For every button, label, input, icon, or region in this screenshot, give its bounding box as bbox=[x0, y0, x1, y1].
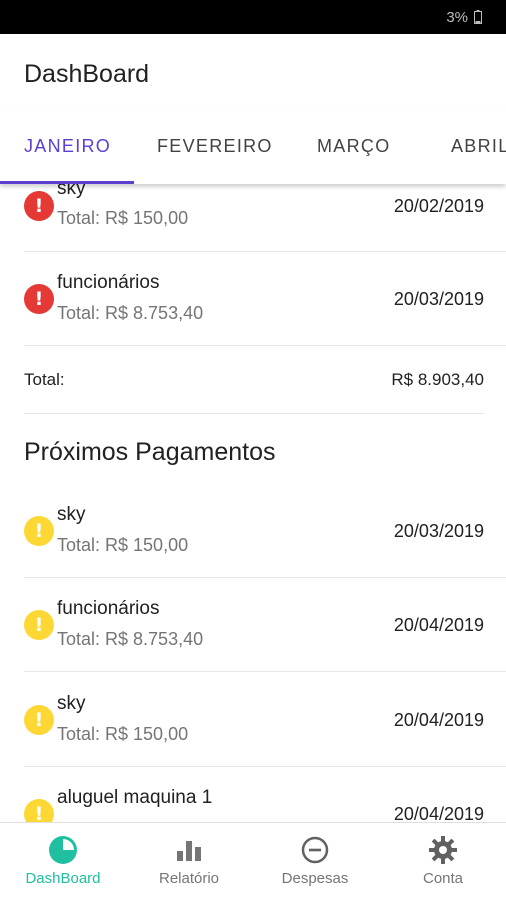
dashboard-content[interactable]: ! sky Total: R$ 150,00 20/02/2019 ! func… bbox=[0, 184, 506, 822]
payment-total: Total: R$ 150,00 bbox=[57, 208, 189, 228]
payment-total: Total: R$ 150,00 bbox=[57, 535, 189, 555]
payment-date: 20/04/2019 bbox=[393, 615, 484, 635]
payment-total: Total: R$ 150,00 bbox=[57, 724, 189, 744]
nav-label: Despesas bbox=[281, 870, 349, 887]
warning-icon: ! bbox=[24, 610, 54, 640]
payment-name: sky bbox=[57, 504, 86, 525]
payment-name: aluguel maquina 1 bbox=[57, 787, 213, 808]
payment-date: 20/03/2019 bbox=[393, 289, 484, 309]
app-bar: DashBoard bbox=[0, 34, 506, 112]
alert-icon: ! bbox=[24, 284, 54, 314]
battery-percentage: 3% bbox=[446, 9, 468, 26]
section-title: Próximos Pagamentos bbox=[24, 438, 276, 466]
payment-date: 20/02/2019 bbox=[393, 196, 484, 216]
warning-icon: ! bbox=[24, 799, 54, 822]
list-item[interactable]: ! sky Total: R$ 150,00 20/02/2019 bbox=[24, 184, 506, 252]
total-label: Total: bbox=[24, 370, 65, 389]
payment-name: sky bbox=[57, 693, 86, 714]
payment-date: 20/04/2019 bbox=[393, 804, 484, 822]
nav-dashboard[interactable]: DashBoard bbox=[0, 823, 126, 901]
minus-circle-icon bbox=[301, 836, 329, 864]
status-bar: 3% bbox=[0, 0, 506, 34]
warning-icon: ! bbox=[24, 516, 54, 546]
nav-conta[interactable]: Conta bbox=[380, 823, 506, 901]
nav-relatorio[interactable]: Relatório bbox=[126, 823, 252, 901]
nav-label: Conta bbox=[422, 870, 464, 887]
tab-abril[interactable]: ABRIL bbox=[451, 136, 506, 157]
battery-icon bbox=[474, 10, 482, 24]
payment-name: sky bbox=[57, 184, 86, 199]
nav-label: DashBoard bbox=[25, 870, 101, 887]
nav-despesas[interactable]: Despesas bbox=[252, 823, 378, 901]
gear-icon bbox=[429, 836, 457, 864]
payment-total: Total: R$ 8.753,40 bbox=[57, 303, 204, 323]
tab-marco[interactable]: MARÇO bbox=[317, 136, 391, 157]
bar-chart-icon bbox=[177, 841, 201, 861]
dashboard-pie-icon bbox=[49, 836, 77, 864]
payment-name: funcionários bbox=[57, 598, 160, 619]
list-item[interactable]: ! sky Total: R$ 150,00 20/03/2019 bbox=[24, 484, 506, 578]
list-item[interactable]: ! aluguel maquina 1 20/04/2019 bbox=[24, 767, 506, 822]
tab-janeiro[interactable]: JANEIRO bbox=[24, 136, 111, 157]
payment-date: 20/03/2019 bbox=[393, 521, 484, 541]
tab-fevereiro[interactable]: FEVEREIRO bbox=[157, 136, 273, 157]
overdue-total-row: Total: R$ 8.903,40 bbox=[24, 346, 484, 414]
list-item[interactable]: ! sky Total: R$ 150,00 20/04/2019 bbox=[24, 673, 506, 767]
payment-name: funcionários bbox=[57, 272, 160, 293]
month-tabs: JANEIRO FEVEREIRO MARÇO ABRIL bbox=[0, 112, 506, 184]
total-value: R$ 8.903,40 bbox=[391, 370, 484, 389]
nav-label: Relatório bbox=[158, 870, 220, 887]
payment-total: Total: R$ 8.753,40 bbox=[57, 629, 204, 649]
app-title: DashBoard bbox=[24, 60, 150, 88]
warning-icon: ! bbox=[24, 705, 54, 735]
list-item[interactable]: ! funcionários Total: R$ 8.753,40 20/03/… bbox=[24, 252, 506, 346]
payment-date: 20/04/2019 bbox=[393, 710, 484, 730]
list-item[interactable]: ! funcionários Total: R$ 8.753,40 20/04/… bbox=[24, 578, 506, 672]
bottom-navigation: DashBoard Relatório Despesas Conta bbox=[0, 822, 506, 901]
tab-indicator bbox=[0, 181, 134, 184]
alert-icon: ! bbox=[24, 191, 54, 221]
